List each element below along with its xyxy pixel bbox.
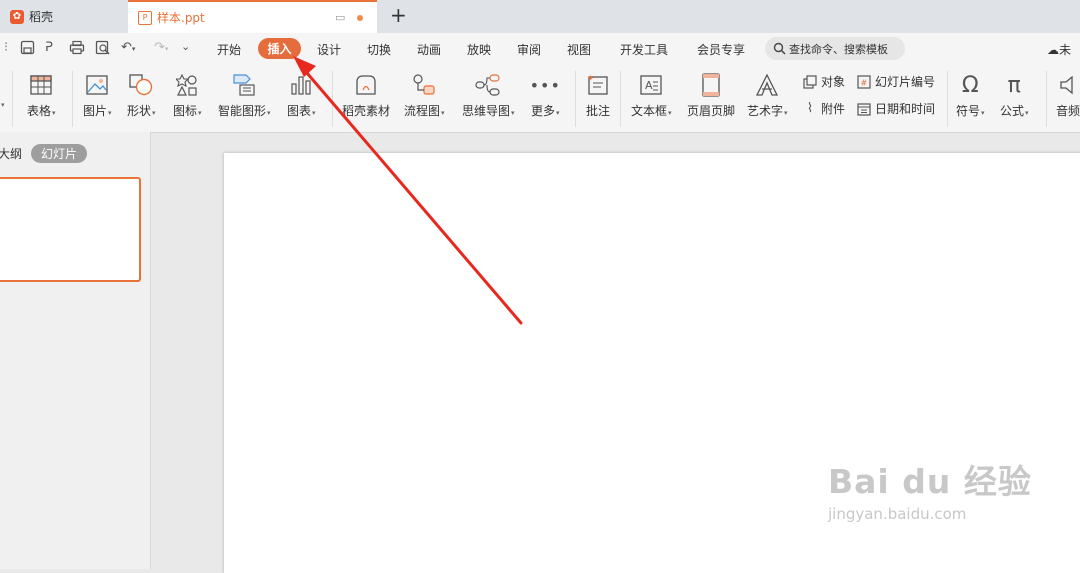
baidu-jingyan-watermark: Bai du 经验 jingyan.baidu.com <box>828 455 1032 523</box>
watermark-main: Bai du 经验 <box>828 462 1032 501</box>
watermark-url: jingyan.baidu.com <box>828 505 967 523</box>
